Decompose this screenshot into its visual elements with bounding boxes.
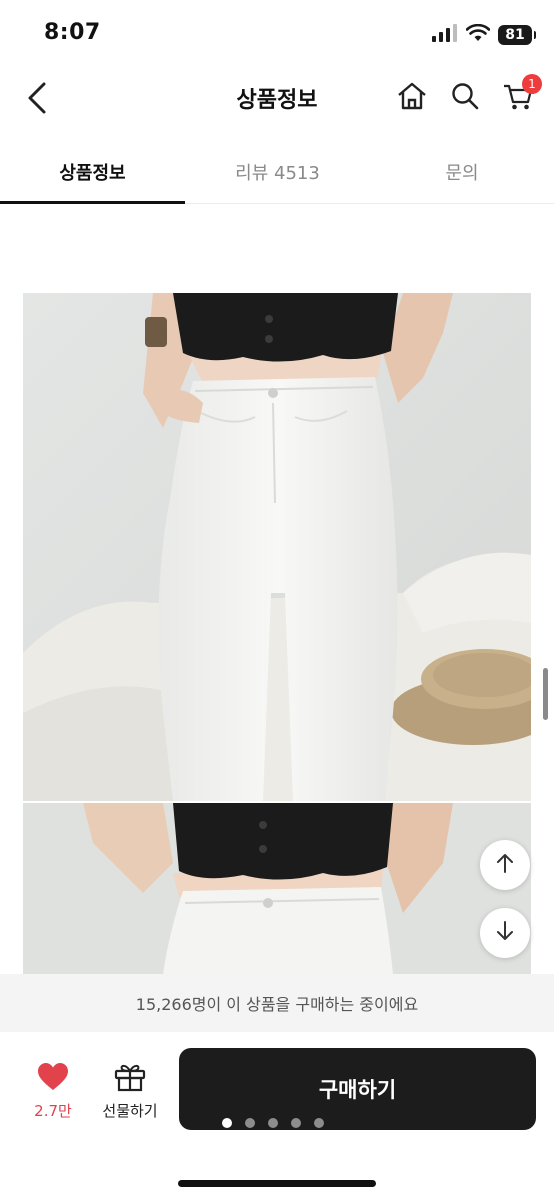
product-detail-screen: 8:07 81 상품정보 1 상품정보 리뷰 4513 문의 15,266명이 …: [0, 0, 554, 1200]
tab-label: 문의: [445, 163, 479, 184]
pagination-dot[interactable]: [291, 1118, 301, 1128]
like-button[interactable]: 2.7만: [22, 1062, 84, 1122]
cart-count-badge: 1: [522, 74, 542, 94]
bottom-action-bar: 2.7만 선물하기 구매하기: [0, 1032, 554, 1200]
home-button[interactable]: [394, 80, 430, 116]
top-navigation-bar: 상품정보 1: [0, 66, 554, 132]
active-tab-underline: [0, 201, 185, 204]
like-count: 2.7만: [34, 1102, 72, 1120]
heart-icon: [37, 1062, 69, 1096]
product-image: [23, 293, 531, 801]
search-icon: [450, 81, 480, 115]
cellular-signal-icon: [432, 24, 458, 46]
product-image: [23, 803, 531, 974]
buyers-count-banner: 15,266명이 이 상품을 구매하는 중이에요: [0, 974, 554, 1032]
scroll-indicator[interactable]: [543, 668, 548, 720]
status-time: 8:07: [44, 20, 101, 45]
battery-icon: 81: [498, 25, 536, 45]
product-tabs: 상품정보 리뷰 4513 문의: [0, 140, 554, 204]
pagination-dot[interactable]: [222, 1118, 232, 1128]
tab-product-info[interactable]: 상품정보: [0, 140, 185, 204]
cart-button[interactable]: 1: [500, 74, 542, 116]
gift-button[interactable]: 선물하기: [96, 1062, 164, 1122]
battery-level: 81: [505, 27, 525, 43]
pagination-dot[interactable]: [268, 1118, 278, 1128]
tab-label: 리뷰 4513: [235, 163, 320, 184]
home-icon: [396, 81, 428, 115]
home-indicator[interactable]: [178, 1180, 376, 1187]
tab-label: 상품정보: [59, 163, 126, 184]
tab-inquiry[interactable]: 문의: [370, 140, 554, 204]
scroll-to-top-button[interactable]: [480, 840, 530, 890]
gift-label: 선물하기: [102, 1102, 158, 1120]
wifi-icon: [465, 23, 491, 46]
pagination-dot[interactable]: [245, 1118, 255, 1128]
pagination-dot[interactable]: [314, 1118, 324, 1128]
status-icons: 81: [432, 23, 536, 46]
status-bar: 8:07 81: [0, 0, 554, 66]
search-button[interactable]: [447, 80, 483, 116]
scroll-to-bottom-button[interactable]: [480, 908, 530, 958]
buyers-count-text: 15,266명이 이 상품을 구매하는 중이에요: [135, 995, 419, 1014]
pagination-dots: [222, 1118, 324, 1128]
buy-button-label: 구매하기: [318, 1078, 397, 1102]
tab-reviews[interactable]: 리뷰 4513: [185, 140, 370, 204]
arrow-down-icon: [495, 920, 515, 946]
arrow-up-icon: [495, 852, 515, 878]
gift-icon: [114, 1062, 146, 1096]
